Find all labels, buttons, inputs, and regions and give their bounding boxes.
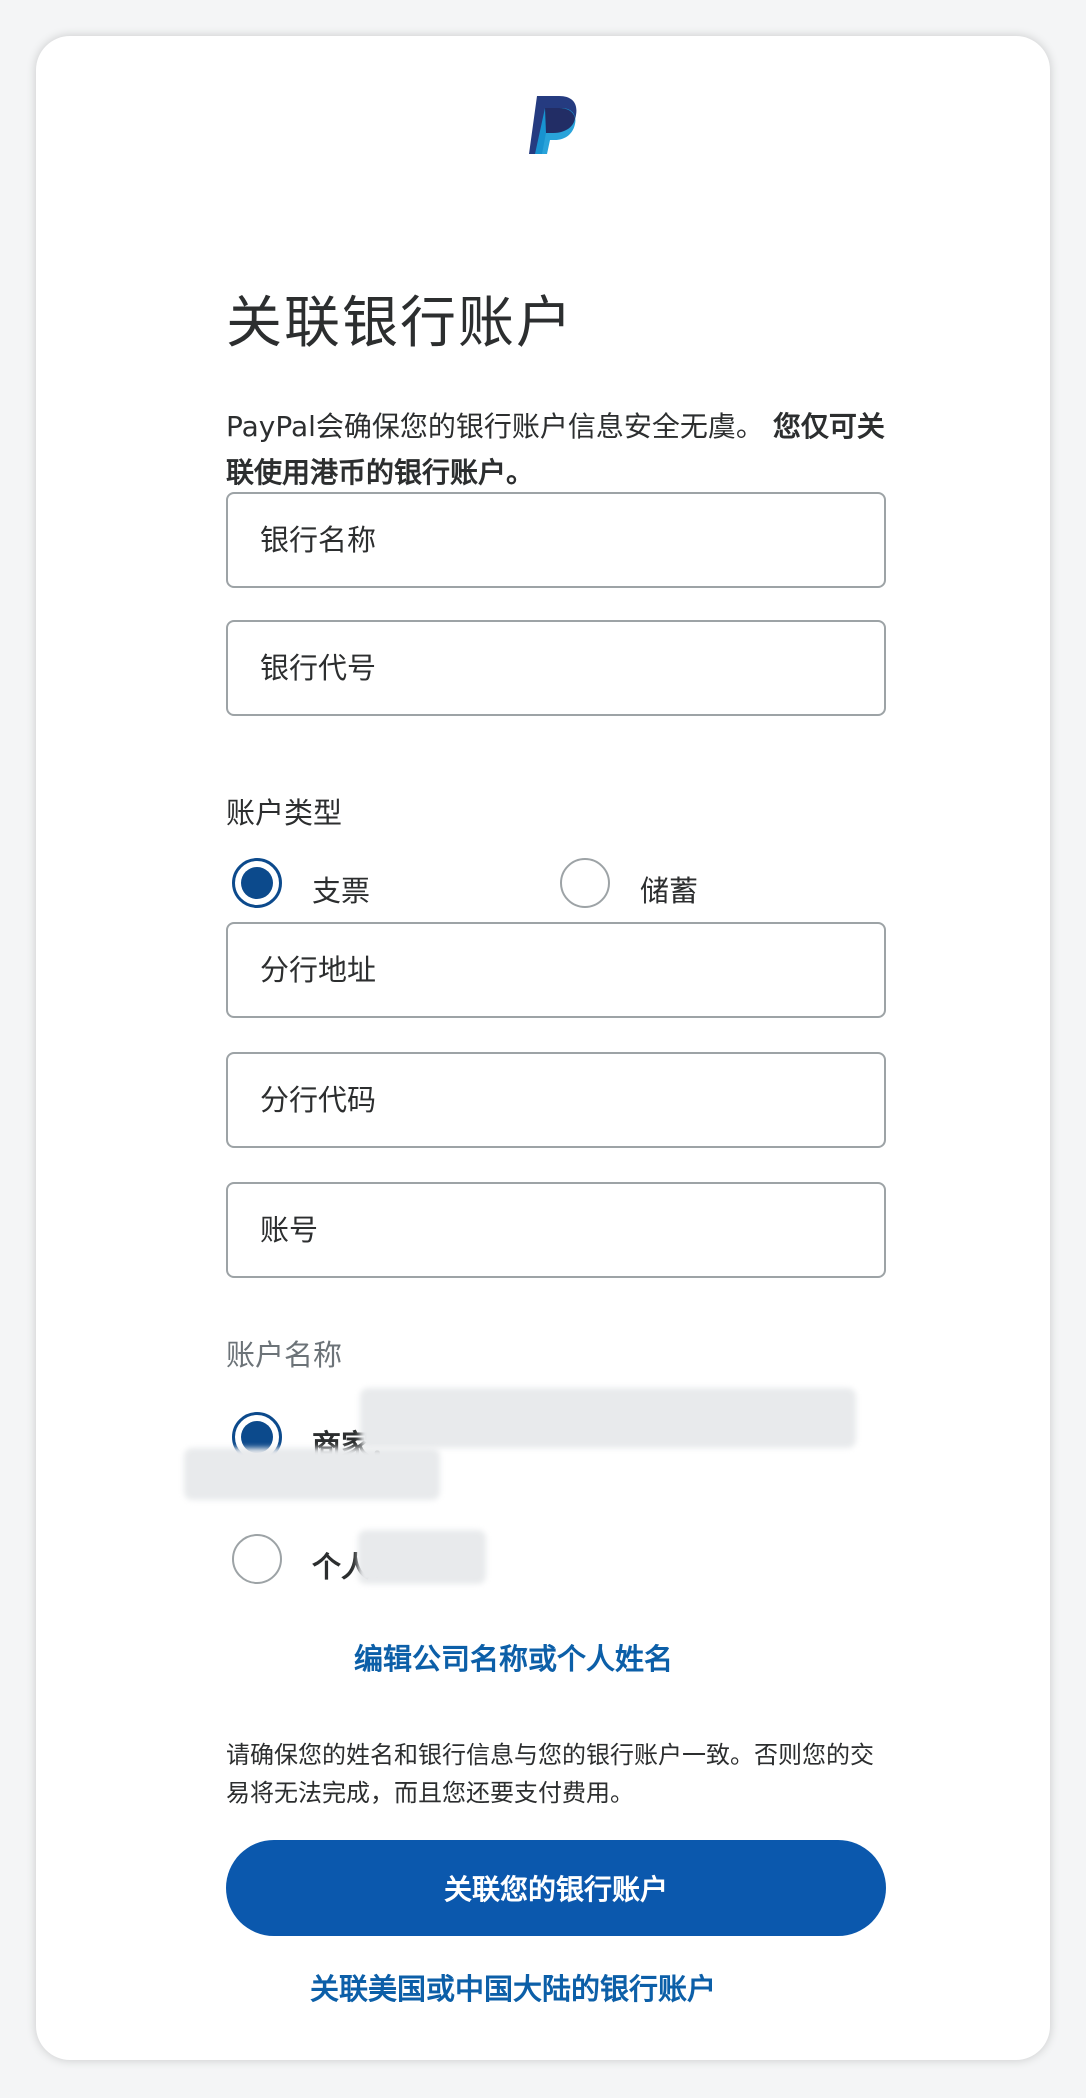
link-bank-account-button[interactable]: 关联您的银行账户: [226, 1840, 886, 1936]
branch-code-input[interactable]: [228, 1054, 884, 1146]
link-bank-card: 关联银行账户 PayPal会确保您的银行账户信息安全无虞。 您仅可关联使用港币的…: [36, 36, 1050, 2060]
edit-name-link[interactable]: 编辑公司名称或个人姓名: [354, 1636, 673, 1678]
account-name-personal-radio[interactable]: [232, 1534, 282, 1584]
account-number-input[interactable]: [228, 1184, 884, 1276]
account-type-checking-radio[interactable]: [232, 858, 282, 908]
redacted-personal-name: [358, 1530, 486, 1584]
branch-code-field[interactable]: [226, 1052, 886, 1148]
account-type-savings-radio[interactable]: [560, 858, 610, 908]
branch-address-field[interactable]: [226, 922, 886, 1018]
bank-code-input[interactable]: [228, 622, 884, 714]
account-name-label: 账户名称: [226, 1338, 343, 1372]
page-title: 关联银行账户: [226, 291, 574, 356]
redacted-business-name: [360, 1388, 856, 1448]
notice-text: 请确保您的姓名和银行信息与您的银行账户一致。否则您的交易将无法完成，而且您还要支…: [226, 1741, 874, 1807]
bank-code-field[interactable]: [226, 620, 886, 716]
account-type-label: 账户类型: [226, 796, 343, 830]
branch-address-input[interactable]: [228, 924, 884, 1016]
redacted-business-name-overflow: [184, 1448, 440, 1500]
account-type-checking-label: 支票: [312, 874, 371, 908]
account-type-savings-label: 储蓄: [640, 874, 699, 908]
intro-text: PayPal会确保您的银行账户信息安全无虞。 您仅可关联使用港币的银行账户。: [226, 404, 886, 496]
bank-name-field[interactable]: [226, 492, 886, 588]
bank-name-input[interactable]: [228, 494, 884, 586]
link-us-china-bank-link[interactable]: 关联美国或中国大陆的银行账户: [310, 1966, 716, 2008]
intro-regular-text: PayPal会确保您的银行账户信息安全无虞。: [226, 410, 764, 443]
paypal-logo-icon: [529, 96, 577, 154]
account-number-field[interactable]: [226, 1182, 886, 1278]
